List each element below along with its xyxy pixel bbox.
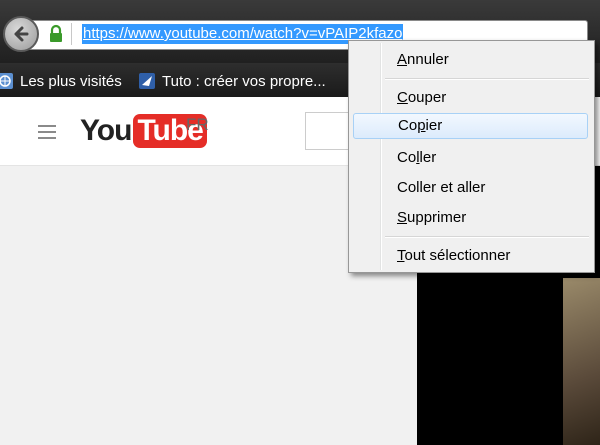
- logo-you: You: [80, 114, 132, 147]
- menu-item-coller-et-aller[interactable]: Coller et aller: [353, 175, 588, 201]
- menu-separator: [385, 236, 589, 238]
- menu-item-coller[interactable]: Coller: [353, 145, 588, 171]
- menu-item-copier[interactable]: Copier: [353, 113, 588, 139]
- bookmark-most-visited[interactable]: Les plus visités: [0, 71, 122, 91]
- video-frame: [563, 278, 600, 445]
- context-menu: Annuler Couper Copier Coller Coller et a…: [348, 40, 595, 273]
- menu-hamburger-icon[interactable]: [38, 125, 56, 139]
- menu-separator: [385, 78, 589, 80]
- menu-item-annuler[interactable]: Annuler: [353, 47, 588, 73]
- back-arrow-icon: [14, 26, 29, 42]
- url-separator: [71, 23, 72, 45]
- country-code: FR: [186, 115, 209, 134]
- bookmark-tuto[interactable]: Tuto : créer vos propre...: [138, 71, 326, 91]
- lock-icon: [50, 24, 62, 42]
- globe-icon: [0, 73, 13, 89]
- bookmark-label: Les plus visités: [20, 72, 122, 90]
- paper-plane-icon: [139, 73, 155, 89]
- menu-item-couper[interactable]: Couper: [353, 85, 588, 111]
- menu-item-supprimer[interactable]: Supprimer: [353, 205, 588, 231]
- bookmark-label: Tuto : créer vos propre...: [162, 72, 326, 90]
- menu-item-tout-selectionner[interactable]: Tout sélectionner: [353, 243, 588, 269]
- back-button[interactable]: [3, 16, 39, 52]
